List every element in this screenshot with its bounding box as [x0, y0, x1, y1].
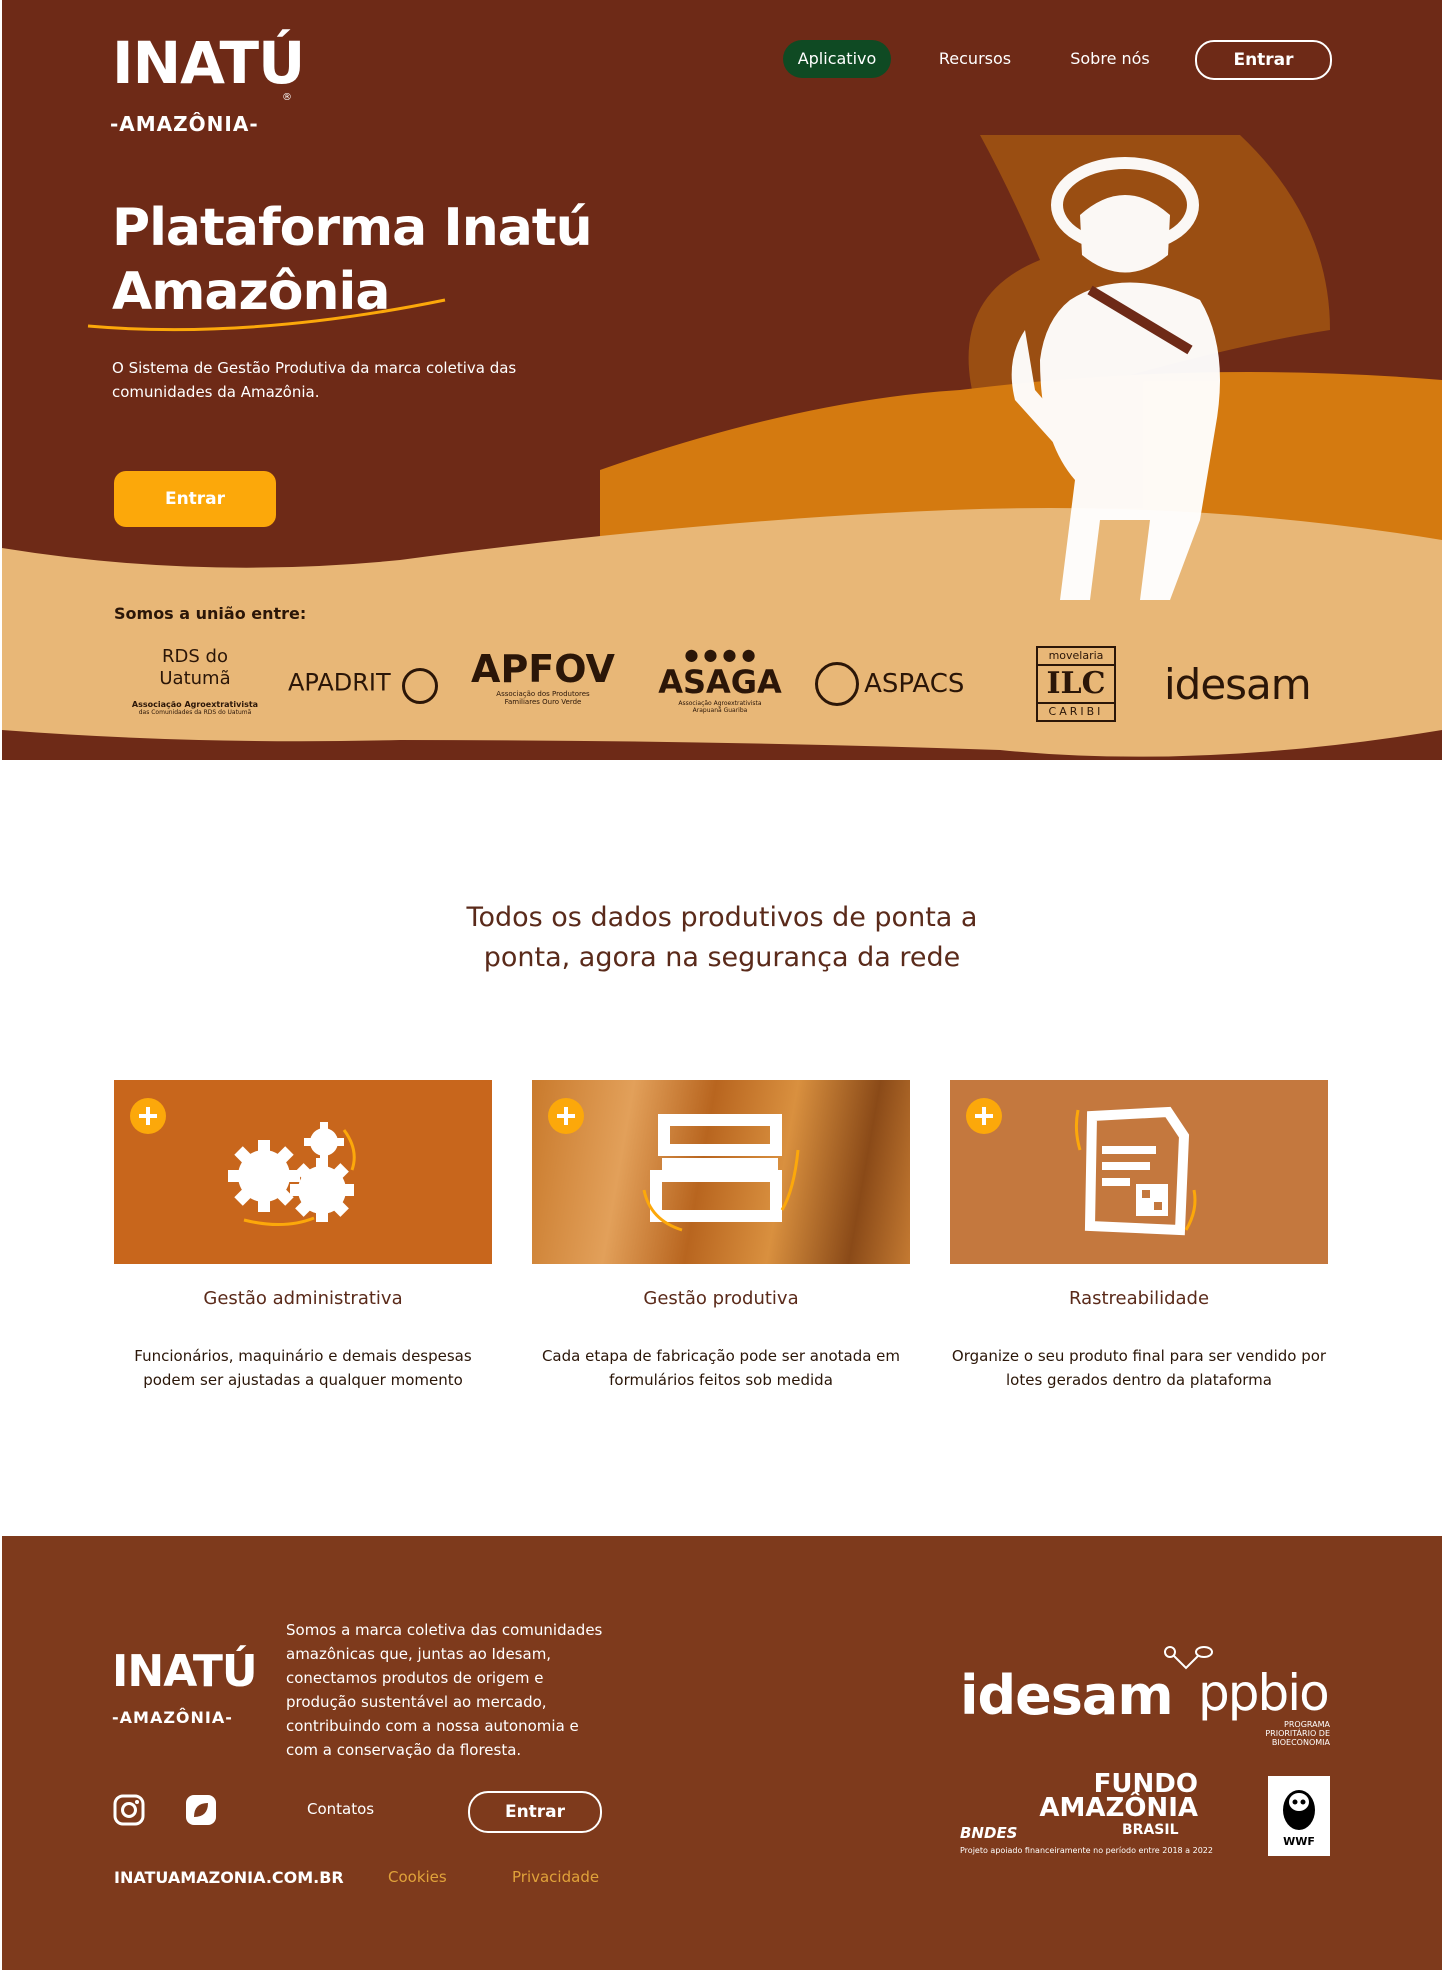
card-rastreabilidade-title: Rastreabilidade	[1068, 1288, 1210, 1309]
sponsor-wwf: WWF	[1268, 1776, 1330, 1856]
partner-caption2: CARIBI	[1038, 702, 1114, 720]
hero-description: O Sistema de Gestão Produtiva da marca c…	[112, 359, 517, 401]
brain-icon	[401, 668, 438, 704]
instagram-icon[interactable]	[112, 1793, 146, 1827]
asaga-icons: ● ● ● ●	[684, 645, 756, 664]
card-gestao-administrativa-title: Gestão administrativa	[203, 1288, 403, 1309]
hero-title-line2: Amazônia	[112, 262, 390, 322]
partner-apfov: APFOV Associação dos Produtores Familiar…	[468, 648, 618, 706]
logo-subtitle: -AMAZÔNIA-	[110, 112, 259, 136]
partner-name: ASPACS	[864, 669, 965, 699]
flower-icon	[815, 662, 859, 706]
hero-title: Plataforma Inatú Amazônia	[112, 196, 672, 324]
partner-caption2: Arapuanã Guariba	[692, 707, 748, 714]
union-label: Somos a união entre:	[114, 604, 307, 623]
wwf-label: WWF	[1283, 1835, 1315, 1848]
partner-ilc: movelaria ILC CARIBI	[1036, 646, 1116, 722]
nav-aplicativo[interactable]: Aplicativo	[783, 40, 891, 78]
hero-title-line1: Plataforma Inatú	[112, 198, 593, 258]
card-gestao-produtiva-title: Gestão produtiva	[643, 1288, 799, 1309]
sponsor-project-note: Projeto apoiado financeiramente no perío…	[960, 1846, 1213, 1855]
partner-name: idesam	[1164, 660, 1312, 709]
nav-recursos[interactable]: Recursos	[930, 40, 1020, 78]
leaf-icon[interactable]	[184, 1793, 218, 1827]
sponsor-ppbio: ppbio	[1198, 1664, 1330, 1722]
footer: INATÚ -AMAZÔNIA- Somos a marca coletiva …	[2, 1536, 1442, 1970]
sponsor-ppbio-subtitle: PROGRAMA PRIORITÁRIO DE BIOECONOMIA	[1265, 1720, 1330, 1747]
sponsor-bndes: BNDES	[960, 1824, 1018, 1842]
footer-privacidade-link[interactable]: Privacidade	[512, 1868, 599, 1886]
footer-logo-subtitle: -AMAZÔNIA-	[112, 1708, 233, 1727]
nav-sobre-nos[interactable]: Sobre nós	[1060, 40, 1160, 78]
hero-entrar-button[interactable]: Entrar	[114, 471, 276, 527]
panda-icon	[1283, 1790, 1315, 1830]
footer-cookies-link[interactable]: Cookies	[388, 1868, 447, 1886]
logo-wordmark: INATÚ	[112, 29, 305, 97]
partner-caption: Associação Agroextrativista	[131, 700, 259, 709]
partner-rds-uatuma: RDS do Uatumã Associação Agroextrativist…	[130, 646, 260, 716]
gears-icon	[228, 1122, 356, 1227]
partner-caption2: Familiares Ouro Verde	[504, 698, 582, 706]
card-gestao-administrativa-desc: Funcionários, maquinário e demais despes…	[134, 1347, 472, 1389]
partner-name: APFOV	[471, 647, 615, 691]
fundo-line2: AMAZÔNIA	[1039, 1793, 1198, 1823]
nav-entrar-button[interactable]: Entrar	[1195, 40, 1332, 80]
footer-description: Somos a marca coletiva das comunidades a…	[286, 1621, 603, 1759]
registered-mark: ®	[282, 92, 292, 103]
forms-icon	[642, 1114, 800, 1232]
card-gestao-produtiva-desc: Cada etapa de fabricação pode ser anotad…	[541, 1347, 901, 1389]
section-title: Todos os dados produtivos de ponta a pon…	[466, 902, 978, 973]
partner-name: ASAGA	[658, 663, 782, 701]
sponsor-brasil: BRASIL	[1122, 1822, 1179, 1838]
partner-name: APADRIT	[288, 668, 391, 697]
footer-contatos-link[interactable]: Contatos	[307, 1800, 374, 1818]
partner-caption: movelaria	[1038, 648, 1114, 666]
sponsor-idesam: idesam	[960, 1664, 1174, 1727]
qr-document-icon	[1074, 1106, 1197, 1236]
partner-caption: Associação dos Produtores	[496, 690, 590, 698]
footer-entrar-button[interactable]: Entrar	[468, 1791, 602, 1833]
partner-caption: Associação Agroextrativista	[678, 700, 762, 707]
card-gestao-administrativa-image[interactable]	[114, 1080, 492, 1264]
card-rastreabilidade-image[interactable]	[950, 1080, 1328, 1264]
sponsor-fundo-amazonia: FUNDO AMAZÔNIA	[1038, 1771, 1198, 1823]
card-gestao-produtiva-image[interactable]	[532, 1080, 910, 1264]
partner-idesam: idesam	[1164, 660, 1334, 709]
partner-name: ILC	[1046, 666, 1106, 701]
footer-site-link[interactable]: INATUAMAZONIA.COM.BR	[114, 1868, 344, 1887]
hero-section: INATÚ ® -AMAZÔNIA- Aplicativo Recursos S…	[0, 0, 1444, 760]
partner-asaga: ● ● ● ● ASAGA Associação Agroextrativist…	[655, 645, 785, 715]
footer-logo-wordmark: INATÚ	[112, 1646, 258, 1697]
partner-aspacs: ASPACS	[815, 662, 985, 706]
card-rastreabilidade-desc: Organize o seu produto final para ser ve…	[951, 1347, 1327, 1389]
partner-apadrit: APADRIT	[288, 668, 448, 704]
partner-name: RDS do Uatumã	[159, 646, 231, 689]
partner-caption2: das Comunidades da RDS do Uatumã	[138, 709, 252, 716]
